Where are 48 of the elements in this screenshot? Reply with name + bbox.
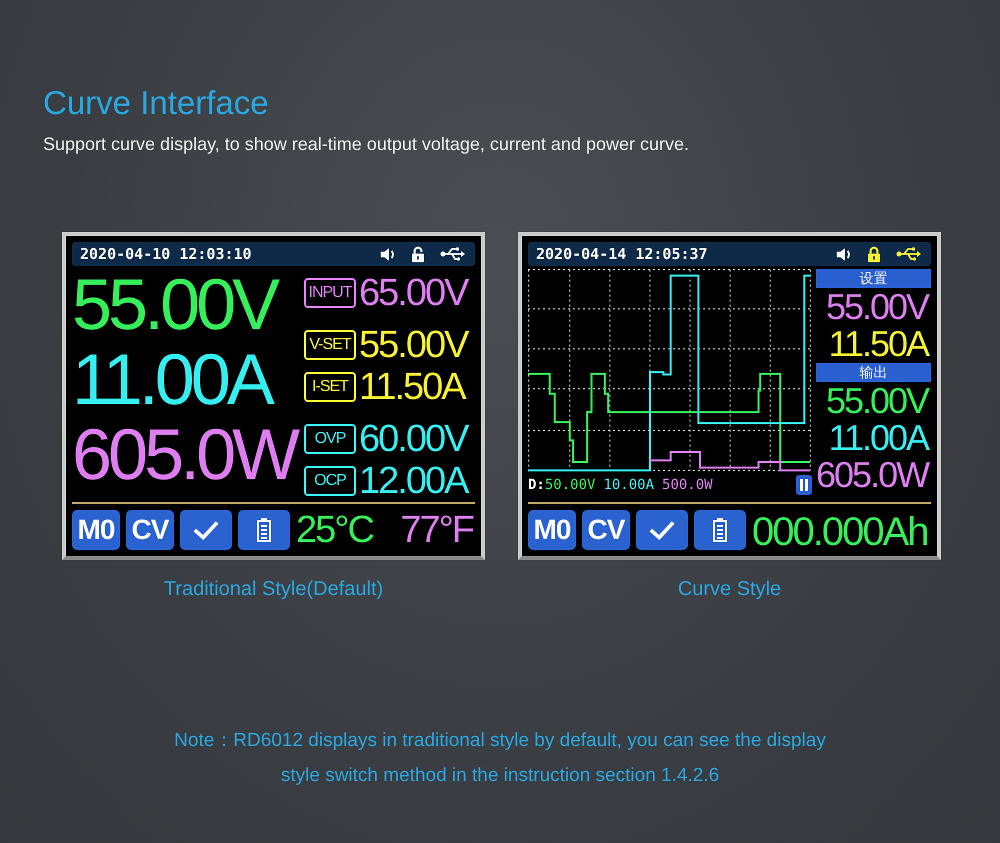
usb-icon: [439, 246, 467, 262]
date-time: 2020-04-10 12:03:10: [80, 245, 252, 263]
parameter-label: I-SET: [304, 372, 356, 402]
screen-caption: Traditional Style(Default): [164, 578, 384, 601]
check-icon: [192, 519, 220, 541]
footer-value: 000.000Ah: [752, 512, 929, 552]
parameter-label: OCP: [304, 466, 356, 496]
reading-value: 55.00V: [826, 288, 930, 325]
pause-icon: [796, 475, 812, 495]
reading-value: 11.00A: [828, 419, 930, 456]
section-heading: 输出: [816, 363, 932, 382]
parameter-label: OVP: [304, 424, 356, 454]
note-text: Note：RD6012 displays in traditional style by default, you can see the display: [173, 729, 827, 753]
usb-icon: [895, 246, 923, 262]
mode-badge: CV: [126, 510, 174, 550]
parameter-value: 11.50A: [359, 368, 466, 406]
reading-value: 11.00A: [72, 343, 273, 418]
mode-badge: M0: [72, 510, 120, 550]
reading-value: 605.0W: [816, 456, 930, 493]
reading-value: 11.50A: [828, 325, 930, 362]
scale-value: 500.0W: [662, 477, 713, 493]
battery-icon: [713, 517, 727, 543]
parameter-value: 12.00A: [359, 462, 470, 500]
reading-value: 55.00V: [826, 382, 930, 419]
scale-value: 10.00A: [603, 477, 654, 493]
parameter-label: INPUT: [304, 278, 356, 308]
mode-badge: M0: [528, 510, 576, 550]
parameter-value: 60.00V: [359, 420, 470, 458]
date-time: 2020-04-14 12:05:37: [536, 245, 708, 263]
footer-value: 25°C: [296, 510, 374, 550]
reading-value: 55.00V: [72, 268, 278, 343]
parameter-label: V-SET: [304, 330, 356, 360]
section-title: Curve Interface: [43, 84, 270, 122]
speaker-icon: [379, 246, 397, 262]
section-heading: 设置: [816, 269, 932, 288]
speaker-icon: [835, 246, 853, 262]
note-text: style switch method in the instruction section 1.4.2.6: [280, 764, 720, 788]
parameter-value: 55.00V: [359, 326, 470, 364]
battery-icon: [257, 517, 271, 543]
mode-badge: CV: [582, 510, 630, 550]
reading-value: 605.0W: [72, 418, 298, 493]
screen-caption: Curve Style: [678, 578, 782, 601]
parameter-value: 65.00V: [359, 274, 470, 312]
footer-value: 77°F: [400, 510, 474, 550]
check-icon: [648, 519, 676, 541]
scale-label: D:: [528, 477, 545, 493]
scale-value: 50.00V: [544, 477, 596, 493]
section-description: Support curve display, to show real-time output voltage, current and power curve.: [43, 133, 690, 156]
